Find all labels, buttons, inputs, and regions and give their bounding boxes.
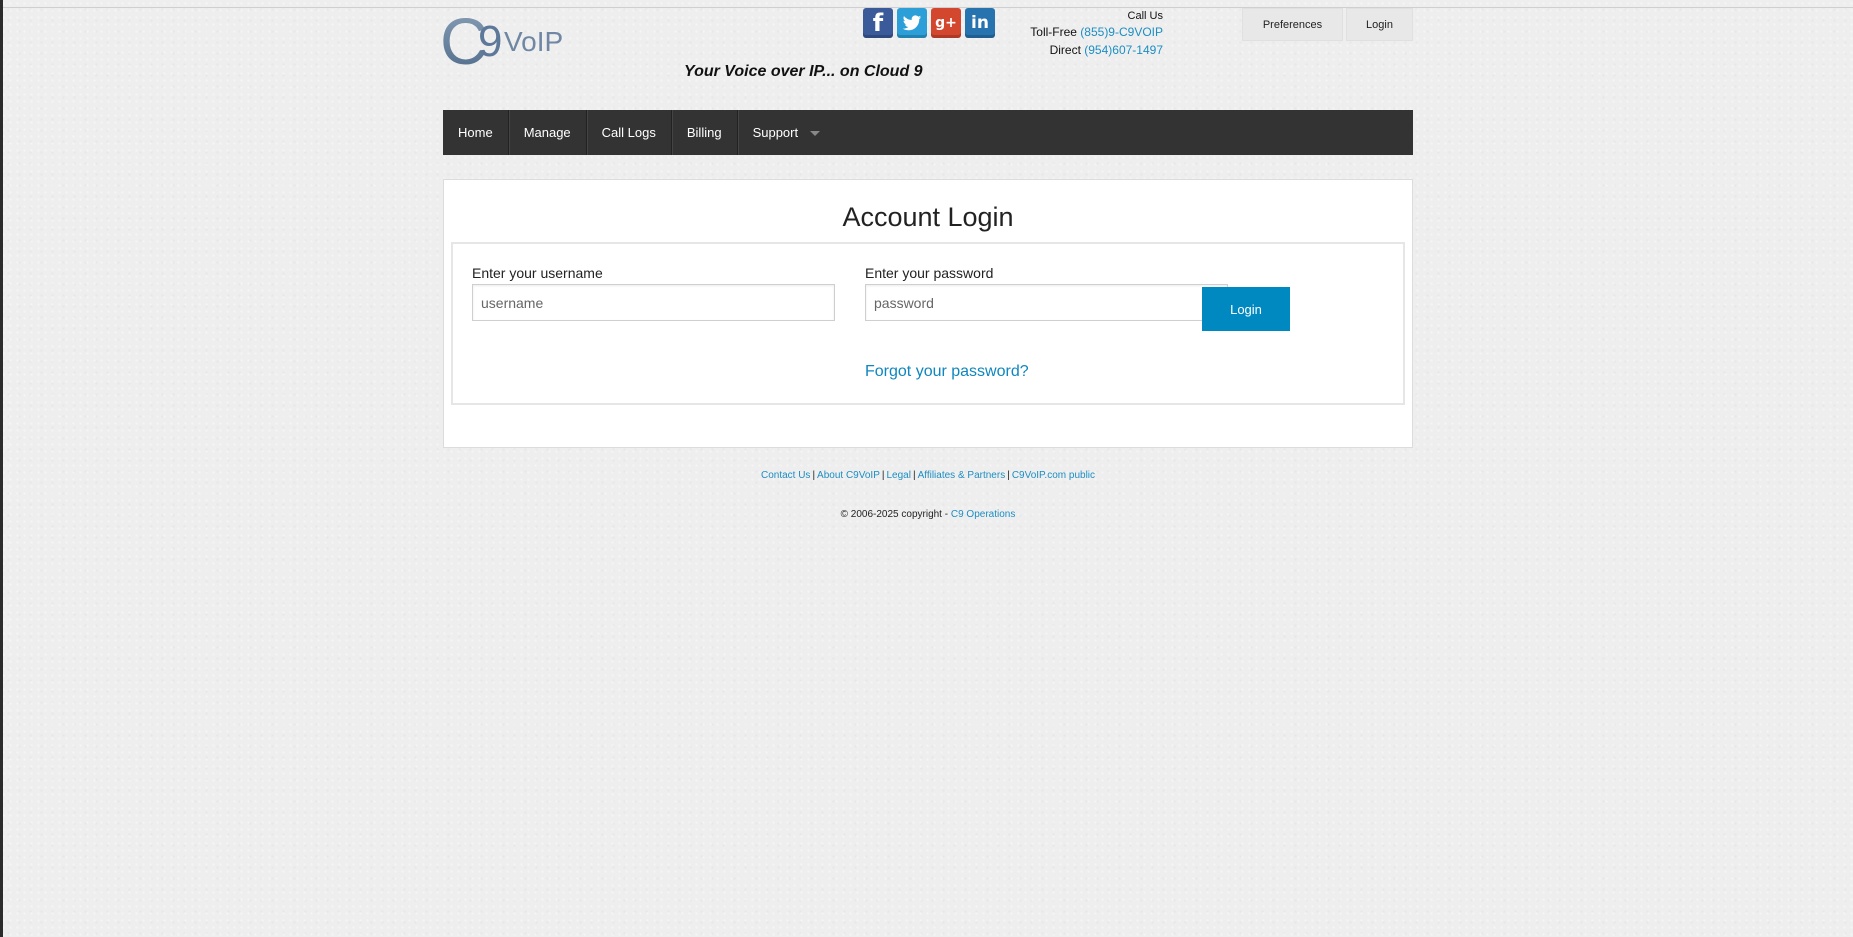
footer-link-about[interactable]: About C9VoIP bbox=[817, 470, 880, 481]
tollfree-label: Toll-Free bbox=[1030, 25, 1077, 39]
preferences-button[interactable]: Preferences bbox=[1242, 8, 1343, 41]
linkedin-icon[interactable]: in bbox=[965, 8, 995, 38]
nav-call-logs[interactable]: Call Logs bbox=[587, 110, 672, 155]
call-us-label: Call Us bbox=[1127, 10, 1163, 22]
nav-support-label: Support bbox=[752, 125, 799, 140]
footer-links: Contact Us | About C9VoIP | Legal | Affiliates… bbox=[443, 470, 1413, 481]
page-title: Account Login bbox=[842, 202, 1014, 232]
twitter-bird-glyph bbox=[902, 14, 922, 30]
forgot-password-link[interactable]: Forgot your password? bbox=[865, 363, 1029, 381]
facebook-icon[interactable]: f bbox=[863, 8, 893, 38]
nav-support[interactable]: Support bbox=[738, 110, 836, 155]
footer-link-contact[interactable]: Contact Us bbox=[761, 470, 810, 481]
nav-manage[interactable]: Manage bbox=[509, 110, 587, 155]
username-input[interactable] bbox=[472, 284, 835, 321]
footer-link-affiliates[interactable]: Affiliates & Partners bbox=[918, 470, 1006, 481]
social-links: f g+ in bbox=[863, 8, 995, 38]
header-login-button[interactable]: Login bbox=[1346, 8, 1413, 41]
chevron-down-icon bbox=[810, 130, 821, 136]
login-submit-button[interactable]: Login bbox=[1202, 287, 1290, 331]
logo-voip: VoIP bbox=[504, 26, 563, 57]
direct-number-link[interactable]: (954)607-1497 bbox=[1084, 43, 1163, 57]
login-panel: Account Login Enter your username Enter … bbox=[443, 179, 1413, 448]
footer-separator: | bbox=[881, 470, 885, 481]
tollfree-number-link[interactable]: (855)9-C9VOIP bbox=[1080, 25, 1163, 39]
footer-separator: | bbox=[812, 470, 816, 481]
direct-line: Direct (954)607-1497 bbox=[1000, 41, 1163, 59]
logo-nine: 9 bbox=[478, 17, 502, 66]
password-label: Enter your password bbox=[865, 265, 994, 281]
c9voip-logo[interactable]: C 9 VoIP bbox=[442, 6, 582, 74]
c9-operations-link[interactable]: C9 Operations bbox=[951, 509, 1015, 520]
left-border bbox=[0, 0, 3, 937]
username-label: Enter your username bbox=[472, 265, 603, 281]
twitter-icon[interactable] bbox=[897, 8, 927, 38]
copyright: © 2006-2025 copyright - C9 Operations bbox=[443, 509, 1413, 520]
login-form: Enter your username Enter your password … bbox=[451, 242, 1405, 405]
nav-home[interactable]: Home bbox=[443, 110, 509, 155]
main-nav: Home Manage Call Logs Billing Support bbox=[443, 110, 1413, 155]
google-plus-icon[interactable]: g+ bbox=[931, 8, 961, 38]
tagline: Your Voice over IP... on Cloud 9 bbox=[684, 63, 923, 80]
nav-billing[interactable]: Billing bbox=[672, 110, 738, 155]
direct-label: Direct bbox=[1049, 43, 1081, 57]
contact-info: Call Us Toll-Free (855)9-C9VOIP Direct (… bbox=[1000, 9, 1163, 59]
password-input[interactable] bbox=[865, 284, 1228, 321]
footer-link-public[interactable]: C9VoIP.com public bbox=[1012, 470, 1095, 481]
footer-separator: | bbox=[912, 470, 916, 481]
footer-link-legal[interactable]: Legal bbox=[886, 470, 910, 481]
copyright-text: © 2006-2025 copyright - bbox=[840, 509, 949, 520]
footer-separator: | bbox=[1007, 470, 1010, 481]
tollfree-line: Toll-Free (855)9-C9VOIP bbox=[1000, 23, 1163, 41]
